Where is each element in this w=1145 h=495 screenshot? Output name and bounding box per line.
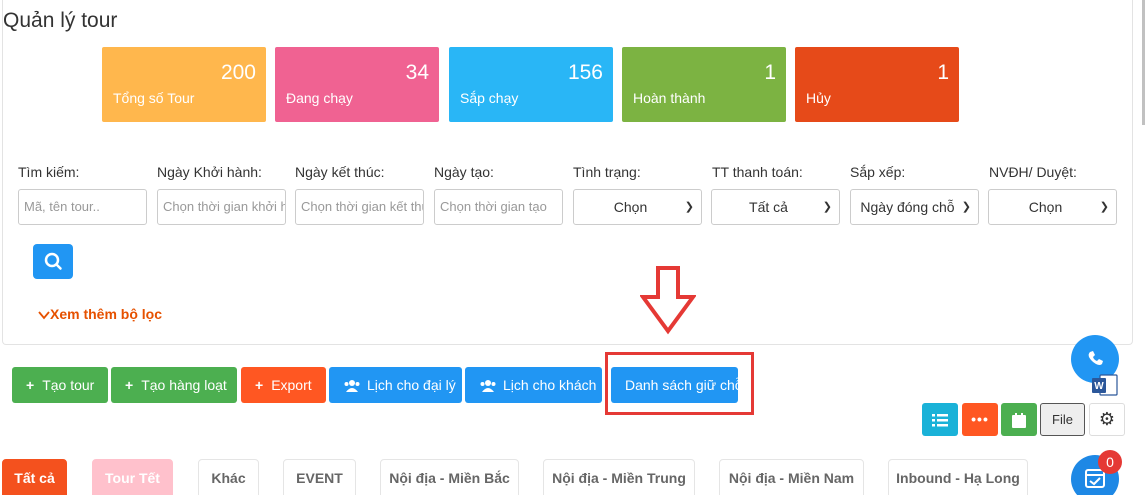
stat-value: 200 xyxy=(220,61,256,84)
chevron-down-icon: ❯ xyxy=(684,201,694,213)
stat-label: Hoàn thành xyxy=(633,90,706,106)
created-date-input[interactable]: Chọn thời gian tạo xyxy=(434,189,563,225)
create-tour-button[interactable]: + Tạo tour xyxy=(12,367,108,403)
payment-status-label: TT thanh toán: xyxy=(712,164,803,180)
settings-button[interactable]: ⚙ xyxy=(1089,403,1125,436)
more-filters-label: Xem thêm bộ lọc xyxy=(50,306,163,322)
more-options-button[interactable]: ••• xyxy=(962,403,998,436)
stat-card-running[interactable]: 34 Đang chạy xyxy=(275,47,439,122)
departure-date-label: Ngày Khởi hành: xyxy=(157,164,262,180)
bulk-create-button[interactable]: + Tạo hàng loạt xyxy=(111,367,237,403)
end-date-label: Ngày kết thúc: xyxy=(295,164,385,180)
svg-text:W: W xyxy=(1094,381,1104,392)
sort-select-value: Ngày đóng chỗ xyxy=(860,199,955,215)
tab-inbound-halong[interactable]: Inbound - Hạ Long xyxy=(888,459,1028,495)
calendar-icon xyxy=(1012,412,1026,428)
gear-icon: ⚙ xyxy=(1098,409,1116,429)
chevron-down-icon: ❯ xyxy=(822,201,832,213)
tab-event[interactable]: EVENT xyxy=(283,459,356,495)
ellipsis-icon: ••• xyxy=(971,411,989,427)
create-tour-label: Tạo tour xyxy=(42,377,95,393)
departure-date-input[interactable]: Chọn thời gian khởi hành xyxy=(157,189,286,225)
customer-schedule-button[interactable]: Lịch cho khách xyxy=(465,367,602,403)
tab-other[interactable]: Khác xyxy=(198,459,259,495)
stat-card-cancelled[interactable]: 1 Hủy xyxy=(795,47,959,122)
page-title: Quản lý tour xyxy=(3,9,118,32)
stat-label: Hủy xyxy=(806,90,831,106)
tab-domestic-south[interactable]: Nội địa - Miền Nam xyxy=(719,459,864,495)
tab-domestic-north[interactable]: Nội địa - Miền Bắc xyxy=(380,459,519,495)
status-label: Tình trạng: xyxy=(573,164,641,180)
payment-select-value: Tất cả xyxy=(749,199,788,215)
approval-select-value: Chọn xyxy=(1028,199,1063,215)
calendar-view-button[interactable] xyxy=(1001,403,1037,436)
tab-domestic-central[interactable]: Nội địa - Miền Trung xyxy=(543,459,695,495)
approval-label: NVĐH/ Duyệt: xyxy=(989,164,1077,180)
customer-schedule-label: Lịch cho khách xyxy=(503,377,597,393)
end-date-input[interactable]: Chọn thời gian kết thúc xyxy=(295,189,424,225)
more-filters-link[interactable]: Xem thêm bộ lọc xyxy=(38,306,162,322)
status-select[interactable]: Chọn ❯ xyxy=(573,189,702,225)
plus-icon: + xyxy=(255,377,264,393)
stat-card-total[interactable]: 200 Tổng số Tour xyxy=(102,47,266,122)
chevron-down-icon: ❯ xyxy=(1099,201,1109,213)
annotation-arrow-icon xyxy=(640,266,696,335)
agent-schedule-button[interactable]: Lịch cho đại lý xyxy=(329,367,462,403)
tab-tet[interactable]: Tour Tết xyxy=(92,459,173,495)
notification-badge: 0 xyxy=(1098,450,1122,474)
search-input[interactable]: Mã, tên tour.. xyxy=(18,189,147,225)
list-icon xyxy=(932,414,948,427)
export-button[interactable]: + Export xyxy=(241,367,326,403)
status-select-value: Chọn xyxy=(613,199,648,215)
plus-icon: + xyxy=(125,377,134,393)
list-view-button[interactable] xyxy=(922,403,958,436)
tab-all[interactable]: Tất cả xyxy=(2,459,67,495)
search-label: Tìm kiếm: xyxy=(18,164,80,180)
stat-label: Đang chạy xyxy=(286,90,353,106)
sort-label: Sắp xếp: xyxy=(850,164,906,180)
chevron-down-icon xyxy=(38,311,50,320)
stat-label: Sắp chạy xyxy=(460,90,519,106)
stat-value: 1 xyxy=(937,61,949,84)
plus-icon: + xyxy=(26,377,35,393)
stat-value: 34 xyxy=(405,61,429,84)
chevron-down-icon: ❯ xyxy=(961,201,971,213)
users-icon xyxy=(480,380,496,393)
stat-card-completed[interactable]: 1 Hoàn thành xyxy=(622,47,786,122)
sort-select[interactable]: Ngày đóng chỗ ❯ xyxy=(850,189,979,225)
payment-status-select[interactable]: Tất cả ❯ xyxy=(711,189,840,225)
search-button[interactable] xyxy=(33,244,73,279)
search-icon xyxy=(44,252,62,270)
annotation-highlight-box xyxy=(605,352,754,415)
created-date-label: Ngày tạo: xyxy=(434,164,494,180)
word-file-icon: W xyxy=(1092,374,1118,396)
users-icon xyxy=(344,380,360,393)
bulk-create-label: Tạo hàng loạt xyxy=(141,377,227,393)
approval-select[interactable]: Chọn ❯ xyxy=(988,189,1117,225)
stat-label: Tổng số Tour xyxy=(113,90,195,106)
export-label: Export xyxy=(271,377,312,393)
file-button[interactable]: File xyxy=(1040,403,1085,436)
stat-value: 156 xyxy=(567,61,603,84)
stat-card-upcoming[interactable]: 156 Sắp chạy xyxy=(449,47,613,122)
stat-value: 1 xyxy=(764,61,776,84)
agent-schedule-label: Lịch cho đại lý xyxy=(367,377,456,393)
